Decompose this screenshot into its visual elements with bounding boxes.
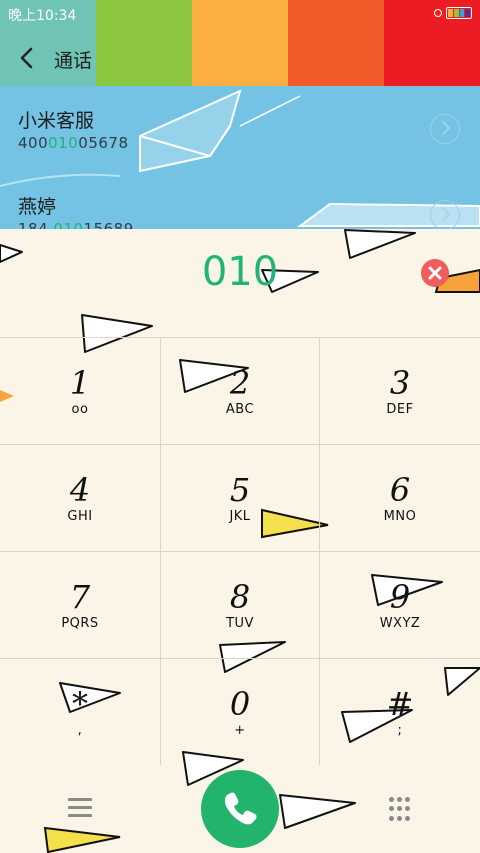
contact-results: 小米客服 40001005678 燕婷 184 01015689 bbox=[0, 86, 480, 229]
contact-name: 小米客服 bbox=[18, 110, 95, 132]
key-letters: ; bbox=[397, 722, 403, 738]
number-match: 010 bbox=[53, 220, 84, 229]
key-digit: 2 bbox=[229, 363, 251, 402]
key-1[interactable]: 1 oo bbox=[0, 337, 160, 444]
number-part: 400 bbox=[18, 134, 49, 152]
key-letters: TUV bbox=[226, 615, 254, 631]
key-letters: oo bbox=[71, 401, 89, 417]
number-part: 05678 bbox=[78, 134, 129, 152]
key-digit: 3 bbox=[389, 363, 411, 402]
dialed-number: 010 bbox=[201, 249, 279, 295]
status-bar: 晚上10:34 bbox=[0, 0, 480, 28]
contact-number: 40001005678 bbox=[18, 134, 129, 152]
key-digit: 8 bbox=[229, 577, 251, 616]
page-title: 通话 bbox=[54, 50, 93, 72]
key-5[interactable]: 5 JKL bbox=[160, 444, 320, 551]
chevron-left-icon[interactable] bbox=[16, 44, 40, 72]
key-letters: DEF bbox=[386, 401, 414, 417]
chevron-right-icon[interactable] bbox=[430, 200, 460, 229]
dialpad: 1 oo 2 ABC 3 DEF 4 GHI 5 JKL 6 MNO 7 PQRS 8 TUV … bbox=[0, 337, 480, 765]
status-icons bbox=[434, 7, 472, 19]
key-digit: 7 bbox=[69, 577, 91, 616]
key-letters: ABC bbox=[225, 401, 255, 417]
key-digit: 5 bbox=[229, 470, 251, 509]
dialed-number-area: 010 bbox=[0, 229, 480, 337]
key-digit: 4 bbox=[69, 470, 91, 509]
menu-icon[interactable] bbox=[68, 798, 92, 818]
key-digit: 0 bbox=[229, 684, 251, 723]
alarm-icon bbox=[434, 9, 442, 17]
key-letters: PQRS bbox=[61, 615, 99, 631]
number-part: 15689 bbox=[83, 220, 134, 229]
key-letters: GHI bbox=[67, 508, 93, 524]
key-letters: , bbox=[77, 722, 83, 738]
bottom-bar bbox=[0, 765, 480, 853]
key-letters: + bbox=[234, 722, 246, 738]
list-item[interactable]: 小米客服 40001005678 bbox=[0, 86, 480, 172]
title-bar: 通话 bbox=[0, 38, 480, 78]
contact-number: 184 01015689 bbox=[18, 220, 134, 229]
contact-name: 燕婷 bbox=[18, 196, 57, 218]
key-3[interactable]: 3 DEF bbox=[320, 337, 480, 444]
status-time: 晚上10:34 bbox=[8, 8, 77, 24]
key-digit: 6 bbox=[389, 470, 411, 509]
key-letters: MNO bbox=[383, 508, 417, 524]
number-part: 184 bbox=[18, 220, 54, 229]
key-letters: JKL bbox=[229, 508, 251, 524]
list-item[interactable]: 燕婷 184 01015689 bbox=[0, 172, 480, 229]
phone-icon bbox=[224, 792, 257, 825]
call-button[interactable] bbox=[201, 770, 279, 848]
key-star[interactable]: *, bbox=[0, 658, 160, 765]
battery-icon bbox=[446, 7, 472, 19]
chevron-right-icon[interactable] bbox=[430, 114, 460, 144]
key-6[interactable]: 6 MNO bbox=[320, 444, 480, 551]
number-match: 010 bbox=[48, 134, 79, 152]
key-hash[interactable]: #; bbox=[320, 658, 480, 765]
key-digit: 9 bbox=[389, 577, 411, 616]
key-0[interactable]: 0 + bbox=[160, 658, 320, 765]
key-letters: WXYZ bbox=[379, 615, 421, 631]
key-2[interactable]: 2 ABC bbox=[160, 337, 320, 444]
close-icon[interactable] bbox=[421, 259, 449, 287]
dialpad-icon[interactable] bbox=[389, 797, 411, 823]
key-digit: # bbox=[386, 684, 414, 723]
key-digit: * bbox=[72, 684, 88, 723]
key-digit: 1 bbox=[69, 363, 91, 402]
key-7[interactable]: 7 PQRS bbox=[0, 551, 160, 658]
key-4[interactable]: 4 GHI bbox=[0, 444, 160, 551]
key-9[interactable]: 9 WXYZ bbox=[320, 551, 480, 658]
key-8[interactable]: 8 TUV bbox=[160, 551, 320, 658]
